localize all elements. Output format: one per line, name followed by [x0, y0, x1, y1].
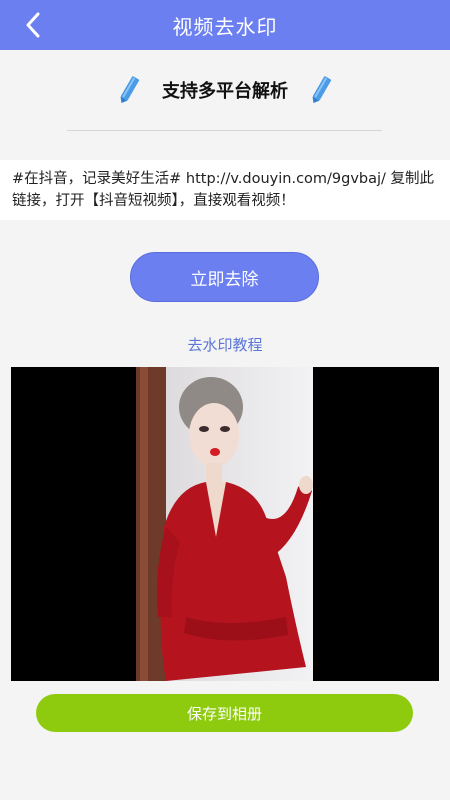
save-to-album-button[interactable]: 保存到相册	[36, 694, 413, 732]
platform-banner: 支持多平台解析	[0, 68, 450, 112]
share-link-input[interactable]: #在抖音，记录美好生活# http://v.douyin.com/9gvbaj/…	[0, 160, 450, 220]
video-player[interactable]	[11, 367, 439, 681]
back-arrow-icon	[26, 12, 40, 38]
video-frame	[136, 367, 313, 681]
divider	[67, 130, 382, 131]
page-title: 视频去水印	[172, 14, 278, 39]
pen-icon	[312, 76, 332, 103]
tutorial-link[interactable]: 去水印教程	[0, 334, 450, 355]
banner-title: 支持多平台解析	[162, 81, 288, 102]
back-button[interactable]	[18, 10, 48, 40]
top-bar: 视频去水印	[0, 0, 450, 50]
pen-icon	[120, 76, 140, 103]
remove-watermark-button[interactable]: 立即去除	[130, 252, 319, 302]
video-thumbnail-image	[136, 367, 313, 681]
